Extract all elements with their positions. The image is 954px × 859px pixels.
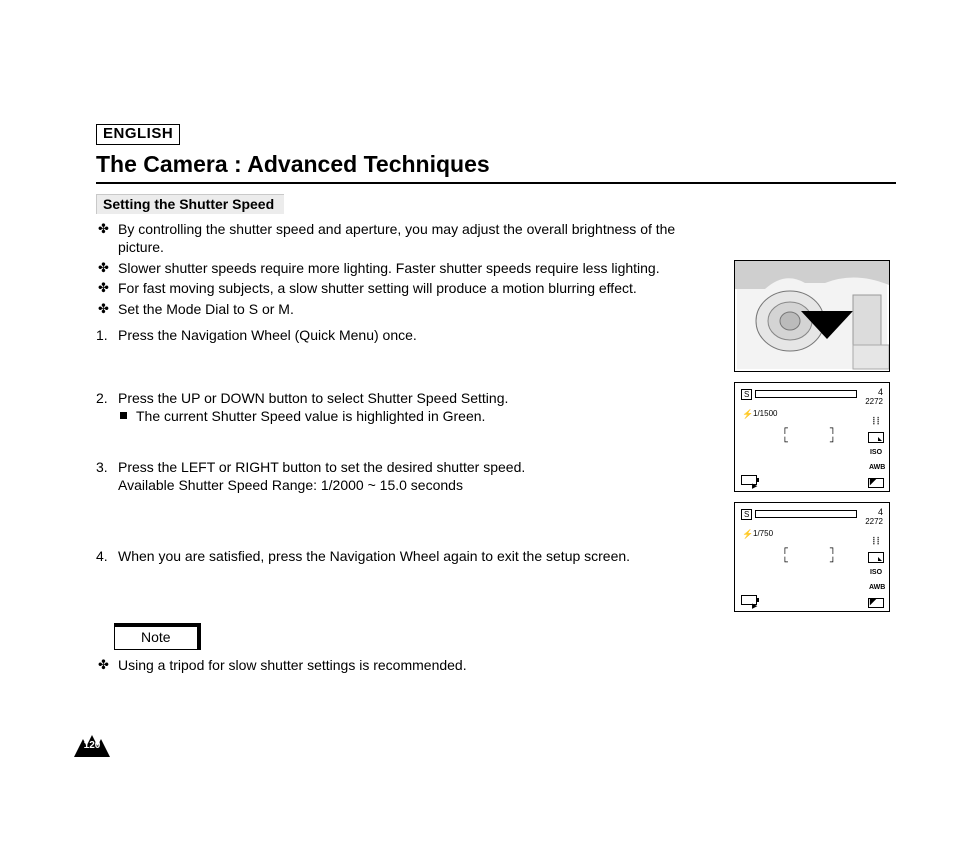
step-text: When you are satisfied, press the Naviga… (118, 548, 630, 564)
focus-brackets: ┌ ┐ └ ┘ (782, 423, 842, 451)
camera-svg (735, 261, 889, 371)
shutter-value: 1/1500 (753, 409, 777, 420)
metering-icon (868, 432, 884, 443)
lcd-preview-2: S 4 2272 ⚡ 1/750 ┌ ┐ └ ┘ ▶ ┋┋ ISO AWB ◤ (734, 502, 890, 612)
step-number: 1. (96, 326, 108, 344)
shutter-value: 1/750 (753, 529, 773, 540)
bullet-item: For fast moving subjects, a slow shutter… (96, 279, 710, 297)
mode-indicator: S (741, 509, 752, 520)
subline-text: The current Shutter Speed value is highl… (136, 408, 485, 424)
instructions-column: By controlling the shutter speed and ape… (96, 214, 728, 682)
iso-icon: ISO (869, 568, 883, 578)
step-text: Press the LEFT or RIGHT button to set th… (118, 459, 525, 475)
note-bullets: Using a tripod for slow shutter settings… (96, 656, 710, 674)
awb-icon: AWB (869, 583, 883, 593)
play-icon: ▶ (752, 602, 757, 611)
title-rule (96, 182, 896, 184)
bullet-item: Set the Mode Dial to S or M. (96, 300, 710, 318)
resolution-indicator: 2272 (865, 397, 883, 408)
step-subline: The current Shutter Speed value is highl… (118, 407, 710, 425)
step-number: 4. (96, 547, 108, 565)
flash-icon: ⚡ (742, 409, 753, 421)
note-heading-box: Note (114, 623, 201, 649)
step-4: 4. When you are satisfied, press the Nav… (96, 547, 710, 565)
lcd-side-icons: ┋┋ ISO AWB ◤ (868, 417, 884, 488)
manual-page: ENGLISH The Camera : Advanced Techniques… (0, 0, 954, 859)
awb-icon: AWB (869, 463, 883, 473)
step-text-line2: Available Shutter Speed Range: 1/2000 ~ … (118, 477, 463, 493)
step-1: 1. Press the Navigation Wheel (Quick Men… (96, 326, 710, 344)
page-number: 120 (74, 740, 110, 751)
quality-icon: ┋┋ (869, 417, 883, 427)
intro-bullets: By controlling the shutter speed and ape… (96, 220, 710, 318)
quality-icon: ┋┋ (869, 537, 883, 547)
step-text: Press the Navigation Wheel (Quick Menu) … (118, 327, 417, 343)
step-3: 3. Press the LEFT or RIGHT button to set… (96, 458, 710, 495)
lcd-side-icons: ┋┋ ISO AWB ◤ (868, 537, 884, 608)
step-list: 1. Press the Navigation Wheel (Quick Men… (96, 326, 710, 565)
step-2: 2. Press the UP or DOWN button to select… (96, 389, 710, 426)
ev-icon: ◤ (868, 478, 884, 488)
step-text: Press the UP or DOWN button to select Sh… (118, 390, 508, 406)
flash-icon: ⚡ (742, 529, 753, 541)
play-icon: ▶ (752, 482, 757, 491)
note-label: Note (115, 624, 200, 648)
language-badge: ENGLISH (96, 124, 180, 145)
resolution-indicator: 2272 (865, 517, 883, 528)
bullet-item: By controlling the shutter speed and ape… (96, 220, 710, 257)
camera-illustration (734, 260, 890, 372)
mode-indicator: S (741, 389, 752, 400)
figures-column: S 4 2272 ⚡ 1/1500 ┌ ┐ └ ┘ ▶ ┋┋ ISO AWB ◤ (728, 214, 896, 622)
exposure-bar (755, 510, 857, 518)
page-number-badge: 120 (74, 735, 110, 759)
step-number: 3. (96, 458, 108, 476)
page-title: The Camera : Advanced Techniques (96, 151, 896, 178)
metering-icon (868, 552, 884, 563)
iso-icon: ISO (869, 448, 883, 458)
section-heading: Setting the Shutter Speed (96, 194, 284, 214)
ev-icon: ◤ (868, 598, 884, 608)
exposure-bar (755, 390, 857, 398)
lcd-preview-1: S 4 2272 ⚡ 1/1500 ┌ ┐ └ ┘ ▶ ┋┋ ISO AWB ◤ (734, 382, 890, 492)
square-bullet-icon (120, 412, 127, 419)
step-number: 2. (96, 389, 108, 407)
note-item: Using a tripod for slow shutter settings… (96, 656, 710, 674)
focus-brackets: ┌ ┐ └ ┘ (782, 543, 842, 571)
bullet-item: Slower shutter speeds require more light… (96, 259, 710, 277)
